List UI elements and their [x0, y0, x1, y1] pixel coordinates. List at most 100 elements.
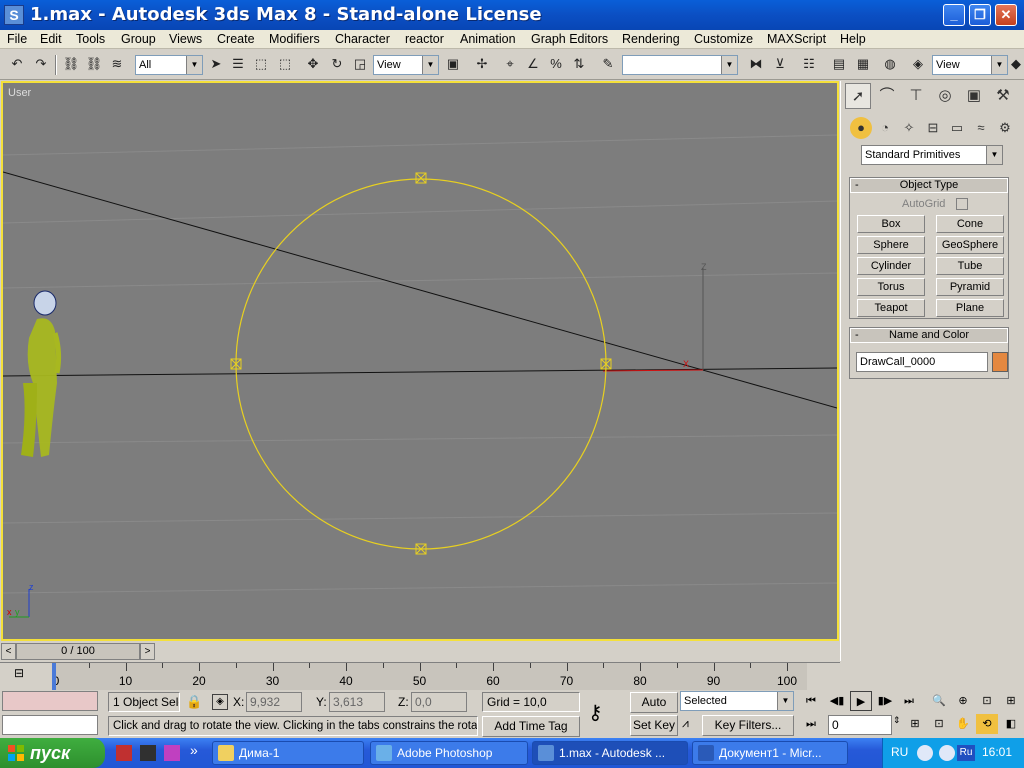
space-warps-category-icon[interactable]: ≈ — [970, 117, 992, 139]
keyboard-layout-icon[interactable]: Ru — [957, 745, 975, 761]
app-icon[interactable]: S — [4, 5, 24, 25]
maximize-viewport-icon[interactable]: ◧ — [1000, 714, 1022, 734]
menu-create[interactable]: Create — [217, 32, 255, 46]
menu-help[interactable]: Help — [840, 32, 866, 46]
modify-tab-icon[interactable]: ⌒ — [874, 83, 900, 109]
material-editor-icon[interactable]: ◍ — [880, 54, 900, 76]
align-icon[interactable]: ⊻ — [770, 54, 790, 76]
menu-customize[interactable]: Customize — [694, 32, 753, 46]
cameras-category-icon[interactable]: ⊟ — [922, 117, 944, 139]
rectangular-selection-icon[interactable]: ⬚ — [251, 54, 271, 76]
create-tab-icon[interactable]: ➚ — [845, 83, 871, 109]
viewport-scene[interactable]: Z X z x y — [3, 83, 837, 639]
window-crossing-icon[interactable]: ⬚ — [275, 54, 295, 76]
systems-category-icon[interactable]: ⚙ — [994, 117, 1016, 139]
arc-rotate-icon[interactable]: ⟲ — [976, 714, 998, 734]
menu-edit[interactable]: Edit — [40, 32, 62, 46]
display-tab-icon[interactable]: ▣ — [961, 83, 987, 109]
menu-graph-editors[interactable]: Graph Editors — [531, 32, 608, 46]
trackbar-menu-icon[interactable]: ⊟ — [14, 666, 32, 680]
viewport-label[interactable]: User — [8, 87, 31, 99]
undo-icon[interactable]: ↶ — [7, 54, 27, 76]
bind-space-warp-icon[interactable]: ≋ — [107, 54, 127, 76]
pyramid-button[interactable]: Pyramid — [936, 278, 1004, 296]
select-object-icon[interactable]: ➤ — [206, 54, 226, 76]
menu-reactor[interactable]: reactor — [405, 32, 444, 46]
snap-toggle-icon[interactable]: ⌖ — [500, 54, 520, 76]
region-zoom-icon[interactable]: ⊡ — [928, 714, 950, 734]
tube-button[interactable]: Tube — [936, 257, 1004, 275]
quick-launch-icon[interactable] — [164, 745, 180, 761]
rollout-collapse-icon[interactable]: - — [855, 329, 859, 342]
maxscript-input[interactable] — [2, 715, 98, 735]
manipulate-icon[interactable]: ✢ — [472, 54, 492, 76]
select-and-link-icon[interactable]: ⛓ — [61, 54, 81, 76]
play-icon[interactable]: ▶ — [850, 691, 872, 711]
key-tangent-icon[interactable]: ⩘ — [682, 716, 689, 731]
reference-coordinate-dropdown[interactable]: View ▼ — [373, 55, 439, 75]
lights-category-icon[interactable]: ✧ — [898, 117, 920, 139]
add-time-tag-button[interactable]: Add Time Tag — [482, 716, 580, 737]
rollout-collapse-icon[interactable]: - — [855, 179, 859, 192]
time-slider-next-button[interactable]: > — [140, 643, 155, 660]
curve-editor-icon[interactable]: ▤ — [829, 54, 849, 76]
selection-filter-dropdown[interactable]: All ▼ — [135, 55, 203, 75]
previous-frame-icon[interactable]: ◀▮ — [826, 691, 848, 711]
menu-character[interactable]: Character — [335, 32, 390, 46]
primitive-type-dropdown[interactable]: Standard Primitives ▼ — [861, 145, 1003, 165]
zoom-all-icon[interactable]: ⊕ — [952, 691, 974, 711]
menu-file[interactable]: File — [7, 32, 27, 46]
render-view-dropdown[interactable]: View ▼ — [932, 55, 1008, 75]
redo-icon[interactable]: ↷ — [31, 54, 51, 76]
scale-icon[interactable]: ◲ — [350, 54, 370, 76]
circle-vertices[interactable] — [230, 172, 612, 555]
utilities-tab-icon[interactable]: ⚒ — [990, 83, 1016, 109]
select-by-name-icon[interactable]: ☰ — [228, 54, 248, 76]
hierarchy-tab-icon[interactable]: ⊤ — [903, 83, 929, 109]
layer-manager-icon[interactable]: ☷ — [799, 54, 819, 76]
task-button-folder[interactable]: Дима-1 — [212, 741, 364, 765]
quick-launch-more[interactable]: » — [190, 742, 198, 758]
zoom-extents-icon[interactable]: ⊡ — [976, 691, 998, 711]
angle-snap-icon[interactable]: ∠ — [523, 54, 543, 76]
rotate-icon[interactable]: ↻ — [327, 54, 347, 76]
current-frame-field[interactable]: 0 — [828, 715, 892, 735]
set-key-button[interactable]: Set Key — [630, 715, 678, 736]
menu-maxscript[interactable]: MAXScript — [767, 32, 826, 46]
render-scene-icon[interactable]: ◈ — [908, 54, 928, 76]
x-coordinate-field[interactable]: 9,932 — [246, 692, 302, 712]
language-indicator[interactable]: RU — [891, 745, 908, 759]
shapes-category-icon[interactable]: ◔ — [874, 117, 896, 139]
mirror-icon[interactable]: ⧓ — [746, 54, 766, 76]
menu-tools[interactable]: Tools — [76, 32, 105, 46]
time-slider-prev-button[interactable]: < — [1, 643, 16, 660]
motion-tab-icon[interactable]: ◎ — [932, 83, 958, 109]
plane-button[interactable]: Plane — [936, 299, 1004, 317]
quick-launch-icon[interactable] — [140, 745, 156, 761]
box-button[interactable]: Box — [857, 215, 925, 233]
percent-snap-icon[interactable]: % — [546, 54, 566, 76]
maximize-button[interactable]: ❐ — [969, 4, 991, 26]
tray-icon[interactable] — [939, 745, 955, 761]
title-bar[interactable]: S 1.max - Autodesk 3ds Max 8 - Stand-alo… — [0, 0, 1024, 30]
zoom-extents-all-icon[interactable]: ⊞ — [1000, 691, 1022, 711]
frame-spinner-icon[interactable]: ⇕ — [893, 715, 901, 726]
time-slider-thumb[interactable]: 0 / 100 — [16, 643, 140, 660]
task-button-3dsmax[interactable]: 1.max - Autodesk ... — [532, 741, 688, 765]
auto-key-button[interactable]: Auto Key — [630, 692, 678, 728]
track-bar[interactable]: ⊟ 0 10 20 30 40 50 60 70 80 90 100 — [0, 662, 840, 691]
tray-icon[interactable] — [917, 745, 933, 761]
menu-modifiers[interactable]: Modifiers — [269, 32, 320, 46]
pan-view-icon[interactable]: ✋ — [952, 714, 974, 734]
geometry-category-icon[interactable]: ● — [850, 117, 872, 139]
y-coordinate-field[interactable]: 3,613 — [329, 692, 385, 712]
menu-animation[interactable]: Animation — [460, 32, 516, 46]
edit-named-selections-icon[interactable]: ✎ — [598, 54, 618, 76]
menu-rendering[interactable]: Rendering — [622, 32, 680, 46]
key-mode-dropdown[interactable]: Selected ▼ — [680, 691, 794, 711]
maxscript-listener-mini[interactable] — [2, 691, 98, 711]
cone-button[interactable]: Cone — [936, 215, 1004, 233]
task-button-word[interactable]: Документ1 - Micr... — [692, 741, 848, 765]
named-selection-dropdown[interactable]: ▼ — [622, 55, 738, 75]
name-and-color-header[interactable]: - Name and Color — [850, 328, 1008, 343]
